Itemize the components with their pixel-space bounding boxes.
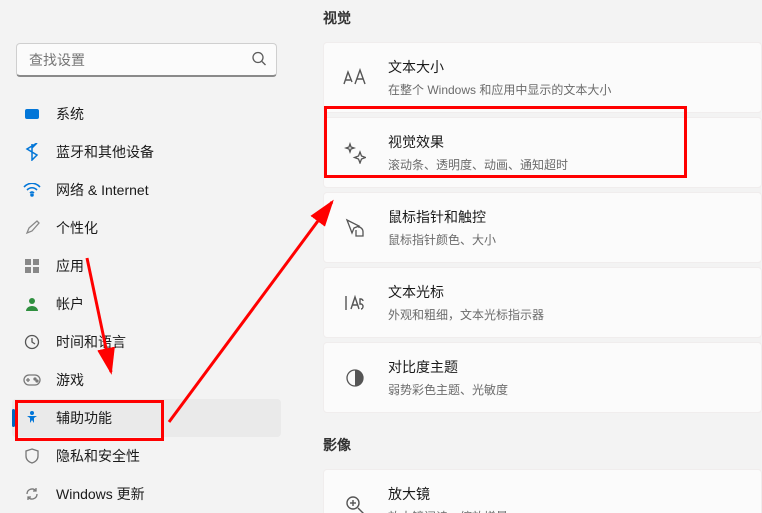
- card-subtitle: 鼠标指针颜色、大小: [388, 231, 496, 248]
- sidebar-item-bluetooth[interactable]: 蓝牙和其他设备: [12, 133, 281, 171]
- card-text-size[interactable]: 文本大小 在整个 Windows 和应用中显示的文本大小: [323, 42, 762, 113]
- sidebar-item-system[interactable]: 系统: [12, 95, 281, 133]
- sidebar-item-apps[interactable]: 应用: [12, 247, 281, 285]
- card-title: 放大镜: [388, 484, 508, 504]
- section-title-image: 影像: [323, 435, 762, 455]
- card-subtitle: 滚动条、透明度、动画、通知超时: [388, 156, 568, 173]
- vision-card-list: 文本大小 在整个 Windows 和应用中显示的文本大小 视觉效果 滚动条、透明…: [323, 42, 762, 413]
- text-cursor-icon: [342, 290, 368, 316]
- magnifier-icon: [342, 492, 368, 513]
- card-title: 对比度主题: [388, 357, 508, 377]
- privacy-icon: [22, 446, 42, 466]
- section-title-vision: 视觉: [323, 8, 762, 28]
- card-subtitle: 外观和粗细，文本光标指示器: [388, 306, 544, 323]
- sidebar-item-gaming[interactable]: 游戏: [12, 361, 281, 399]
- card-title: 文本大小: [388, 57, 611, 77]
- main-content: 视觉 文本大小 在整个 Windows 和应用中显示的文本大小 视觉效果 滚动条…: [297, 0, 762, 513]
- sidebar-item-label: 帐户: [56, 294, 84, 314]
- sidebar-item-personalization[interactable]: 个性化: [12, 209, 281, 247]
- sidebar-item-label: 个性化: [56, 218, 98, 238]
- sidebar-item-label: 蓝牙和其他设备: [56, 142, 154, 162]
- card-mouse-touch[interactable]: 鼠标指针和触控 鼠标指针颜色、大小: [323, 192, 762, 263]
- text-size-icon: [342, 65, 368, 91]
- sidebar-item-label: 游戏: [56, 370, 84, 390]
- sidebar-item-label: 隐私和安全性: [56, 446, 140, 466]
- sidebar-item-label: 应用: [56, 256, 84, 276]
- effects-icon: [342, 140, 368, 166]
- search-input[interactable]: [16, 43, 277, 77]
- mouse-pointer-icon: [342, 215, 368, 241]
- sidebar-item-label: 辅助功能: [56, 408, 112, 428]
- card-magnifier[interactable]: 放大镜 放大镜阅读、缩放增量: [323, 469, 762, 513]
- contrast-icon: [342, 365, 368, 391]
- card-text-cursor[interactable]: 文本光标 外观和粗细，文本光标指示器: [323, 267, 762, 338]
- sidebar-item-windows-update[interactable]: Windows 更新: [12, 475, 281, 513]
- wifi-icon: [22, 180, 42, 200]
- card-subtitle: 弱势彩色主题、光敏度: [388, 381, 508, 398]
- brush-icon: [22, 218, 42, 238]
- sidebar-item-time-language[interactable]: 时间和语言: [12, 323, 281, 361]
- card-title: 文本光标: [388, 282, 544, 302]
- card-subtitle: 在整个 Windows 和应用中显示的文本大小: [388, 81, 611, 98]
- card-contrast-themes[interactable]: 对比度主题 弱势彩色主题、光敏度: [323, 342, 762, 413]
- card-visual-effects[interactable]: 视觉效果 滚动条、透明度、动画、通知超时: [323, 117, 762, 188]
- sidebar-item-network[interactable]: 网络 & Internet: [12, 171, 281, 209]
- search-container: [16, 43, 277, 77]
- card-title: 视觉效果: [388, 132, 568, 152]
- card-title: 鼠标指针和触控: [388, 207, 496, 227]
- sidebar-item-label: 时间和语言: [56, 332, 126, 352]
- sidebar-item-label: 系统: [56, 104, 84, 124]
- gaming-icon: [22, 370, 42, 390]
- sidebar-item-accessibility[interactable]: 辅助功能: [12, 399, 281, 437]
- sidebar-item-accounts[interactable]: 帐户: [12, 285, 281, 323]
- apps-icon: [22, 256, 42, 276]
- nav-list: 系统 蓝牙和其他设备 网络 & Internet 个性化: [8, 95, 285, 513]
- sidebar-item-privacy[interactable]: 隐私和安全性: [12, 437, 281, 475]
- windows-update-icon: [22, 484, 42, 504]
- sidebar-item-label: Windows 更新: [56, 484, 145, 504]
- sidebar: 系统 蓝牙和其他设备 网络 & Internet 个性化: [0, 0, 297, 513]
- bluetooth-icon: [22, 142, 42, 162]
- clock-icon: [22, 332, 42, 352]
- system-icon: [22, 104, 42, 124]
- accounts-icon: [22, 294, 42, 314]
- sidebar-item-label: 网络 & Internet: [56, 180, 149, 200]
- card-subtitle: 放大镜阅读、缩放增量: [388, 508, 508, 513]
- image-card-list: 放大镜 放大镜阅读、缩放增量: [323, 469, 762, 513]
- accessibility-icon: [22, 408, 42, 428]
